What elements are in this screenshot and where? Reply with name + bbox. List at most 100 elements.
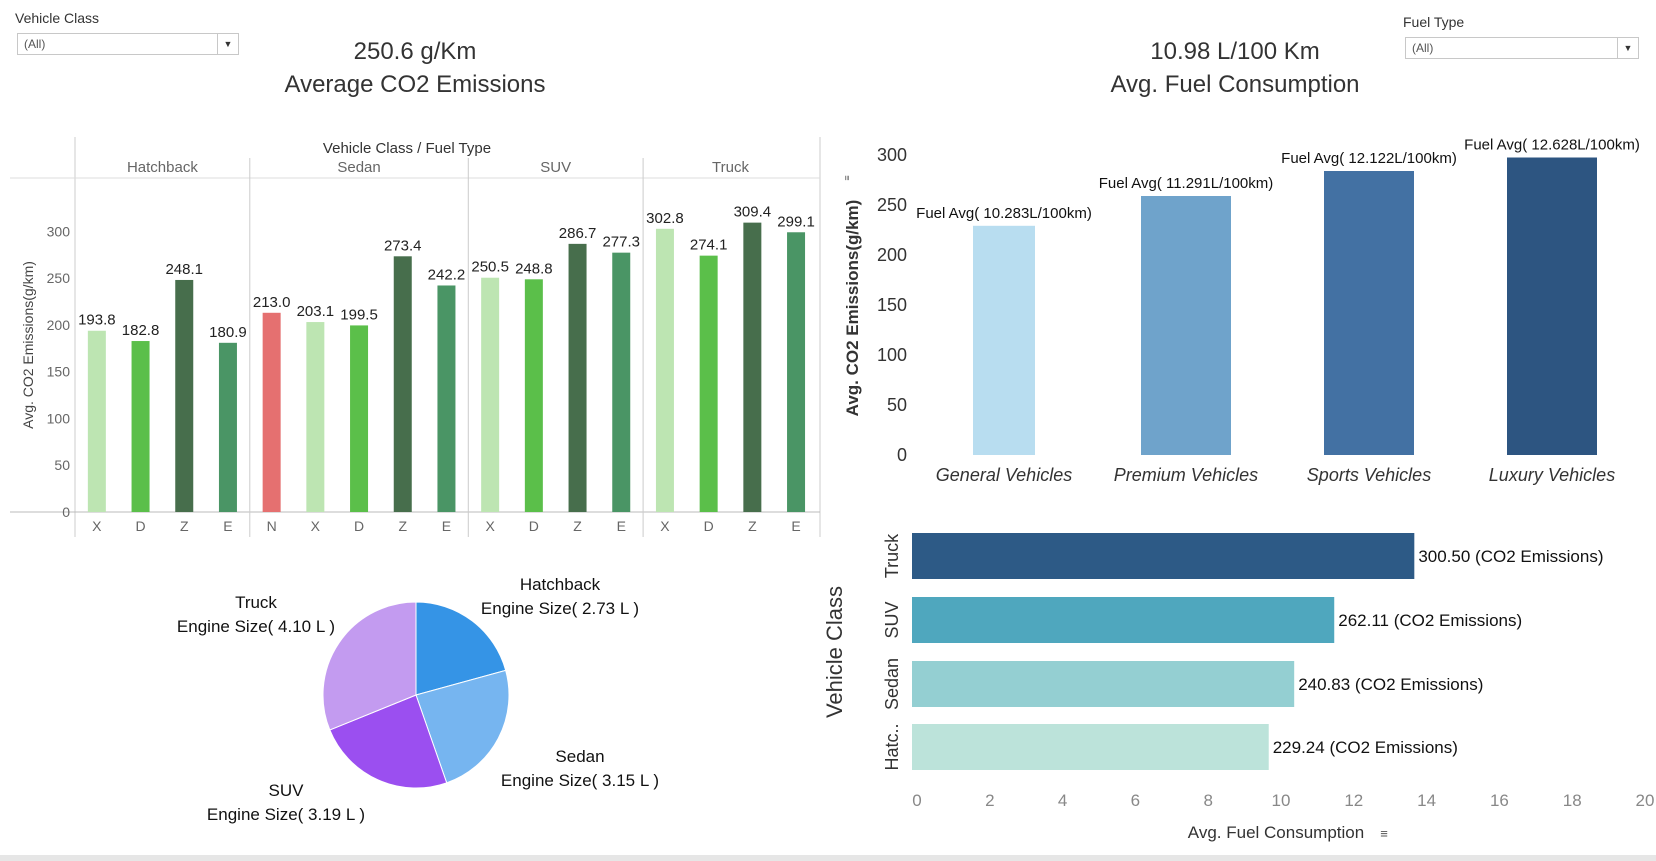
chart1-x-tick-label: D	[354, 518, 364, 534]
chart1-data-label: 242.2	[428, 266, 466, 283]
chart1-x-tick-label: Z	[398, 518, 407, 534]
chart1-bar	[306, 322, 325, 512]
chart4-x-tick-label: 2	[985, 791, 994, 810]
chart1-y-tick-label: 0	[62, 504, 70, 520]
chart4-category-label: SUV	[882, 601, 902, 638]
chart4-bar	[912, 597, 1335, 643]
chart1-x-tick-label: E	[791, 518, 800, 534]
chart3-slice-name: SUV	[269, 781, 305, 800]
chart2-y-tick-label: 150	[877, 295, 907, 315]
dashboard-charts: Vehicle Class / Fuel Type Avg. CO2 Emissi…	[10, 137, 1655, 842]
chart1-data-label: 193.8	[78, 312, 116, 329]
chart1-bar	[218, 342, 237, 512]
chart1-x-tick-label: X	[311, 518, 321, 534]
chart2-y-axis-label: Avg. CO2 Emissions(g/km)	[843, 200, 862, 417]
chart3-slice-name: Hatchback	[520, 575, 601, 594]
chart2-y-tick-label: 0	[897, 445, 907, 465]
chart1-data-label: 180.9	[209, 324, 247, 341]
chart2-data-label: Fuel Avg( 10.283L/100km)	[916, 205, 1092, 222]
chart1-y-tick-label: 250	[47, 270, 71, 286]
sheet-tab-strip	[0, 855, 1656, 861]
chart3-slice-label: Engine Size( 4.10 L )	[177, 617, 335, 636]
chart1-bar	[393, 256, 412, 512]
chart2-x-tick-label: Premium Vehicles	[1114, 465, 1258, 485]
chart3-slice-name: Sedan	[555, 747, 604, 766]
chart1-x-tick-label: D	[135, 518, 145, 534]
chart4-x-axis-label: Avg. Fuel Consumption	[1188, 823, 1364, 842]
chart4-bar	[912, 533, 1415, 579]
chart1-data-label: 286.7	[559, 225, 597, 242]
chart4-bar	[912, 724, 1269, 770]
chart3-slice-name: Truck	[235, 593, 277, 612]
chart1-data-label: 250.5	[471, 259, 509, 276]
sort-icon: ≡	[842, 175, 852, 180]
chart1-x-tick-label: E	[442, 518, 451, 534]
chart2-data-label: Fuel Avg( 12.628L/100km)	[1464, 137, 1640, 154]
chart4-category-label: Sedan	[882, 658, 902, 710]
chart1-y-tick-label: 150	[47, 364, 71, 380]
chart1-bar	[481, 277, 500, 512]
chart1-data-label: 277.3	[602, 234, 640, 251]
chart1-data-label: 274.1	[690, 237, 728, 254]
chart1-data-label: 309.4	[734, 204, 772, 221]
chart1-data-label: 273.4	[384, 237, 422, 254]
chart1-bar	[699, 255, 718, 512]
chart1-y-tick-label: 300	[47, 223, 71, 239]
chart2-y-tick-label: 300	[877, 145, 907, 165]
chart1-data-label: 248.1	[165, 261, 203, 278]
chart4-category-label: Truck	[882, 533, 902, 578]
chart2-x-tick-label: General Vehicles	[936, 465, 1072, 485]
chart1-x-tick-label: N	[267, 518, 277, 534]
chart4-x-tick-label: 12	[1344, 791, 1363, 810]
chart4-y-axis-label: Vehicle Class	[822, 586, 847, 718]
chart4-bar	[912, 661, 1295, 707]
chart4-x-tick-label: 8	[1203, 791, 1212, 810]
chart1-bar	[787, 232, 806, 512]
chart2-x-tick-label: Luxury Vehicles	[1489, 465, 1615, 485]
chart2-data-label: Fuel Avg( 11.291L/100km)	[1099, 175, 1274, 192]
chart1-bar	[524, 279, 543, 512]
chart1-group-label: Truck	[712, 159, 749, 176]
chart2-y-tick-label: 100	[877, 345, 907, 365]
chart1-bar	[175, 279, 194, 512]
chart1-bar	[655, 228, 674, 512]
chart1-bar	[350, 325, 369, 512]
chart4-x-tick-label: 0	[912, 791, 921, 810]
chart1-bar	[437, 285, 456, 512]
chart1-bar	[612, 252, 631, 512]
chart1-data-label: 248.8	[515, 260, 553, 277]
chart1-data-label: 302.8	[646, 210, 684, 227]
chart2-x-tick-label: Sports Vehicles	[1307, 465, 1431, 485]
chart1-x-tick-label: E	[223, 518, 232, 534]
chart4-x-tick-label: 20	[1636, 791, 1655, 810]
chart2-bar	[1324, 171, 1414, 455]
chart4-x-tick-label: 10	[1272, 791, 1291, 810]
chart1-data-label: 213.0	[253, 294, 291, 311]
chart4-x-tick-label: 14	[1417, 791, 1436, 810]
chart1-data-label: 203.1	[297, 303, 335, 320]
chart1-bar	[87, 330, 106, 512]
chart1-group-label: Sedan	[337, 159, 380, 176]
chart2-bar	[973, 225, 1035, 455]
chart4-data-label: 240.83 (CO2 Emissions)	[1298, 675, 1483, 694]
chart3-slice-label: Engine Size( 2.73 L )	[481, 599, 639, 618]
chart1-x-tick-label: X	[92, 518, 102, 534]
chart2-bar	[1507, 157, 1597, 455]
chart1-data-label: 182.8	[122, 322, 160, 339]
chart2-data-label: Fuel Avg( 12.122L/100km)	[1281, 150, 1457, 167]
chart4-x-tick-label: 6	[1131, 791, 1140, 810]
chart2-y-tick-label: 50	[887, 395, 907, 415]
chart2-y-tick-label: 200	[877, 245, 907, 265]
chart1-bar	[131, 341, 150, 512]
sort-descending-icon: ≡	[1380, 826, 1388, 841]
chart1-y-tick-label: 200	[47, 317, 71, 333]
chart4-x-tick-label: 18	[1563, 791, 1582, 810]
chart2-bar	[1141, 196, 1231, 455]
chart3-slice-label: Engine Size( 3.19 L )	[207, 805, 365, 824]
chart1-x-tick-label: E	[617, 518, 626, 534]
chart1-bar	[568, 243, 587, 512]
chart1-x-tick-label: Z	[573, 518, 582, 534]
chart1-group-label: SUV	[540, 159, 571, 176]
chart2-y-tick-label: 250	[877, 195, 907, 215]
chart4-category-label: Hatc..	[882, 723, 902, 770]
